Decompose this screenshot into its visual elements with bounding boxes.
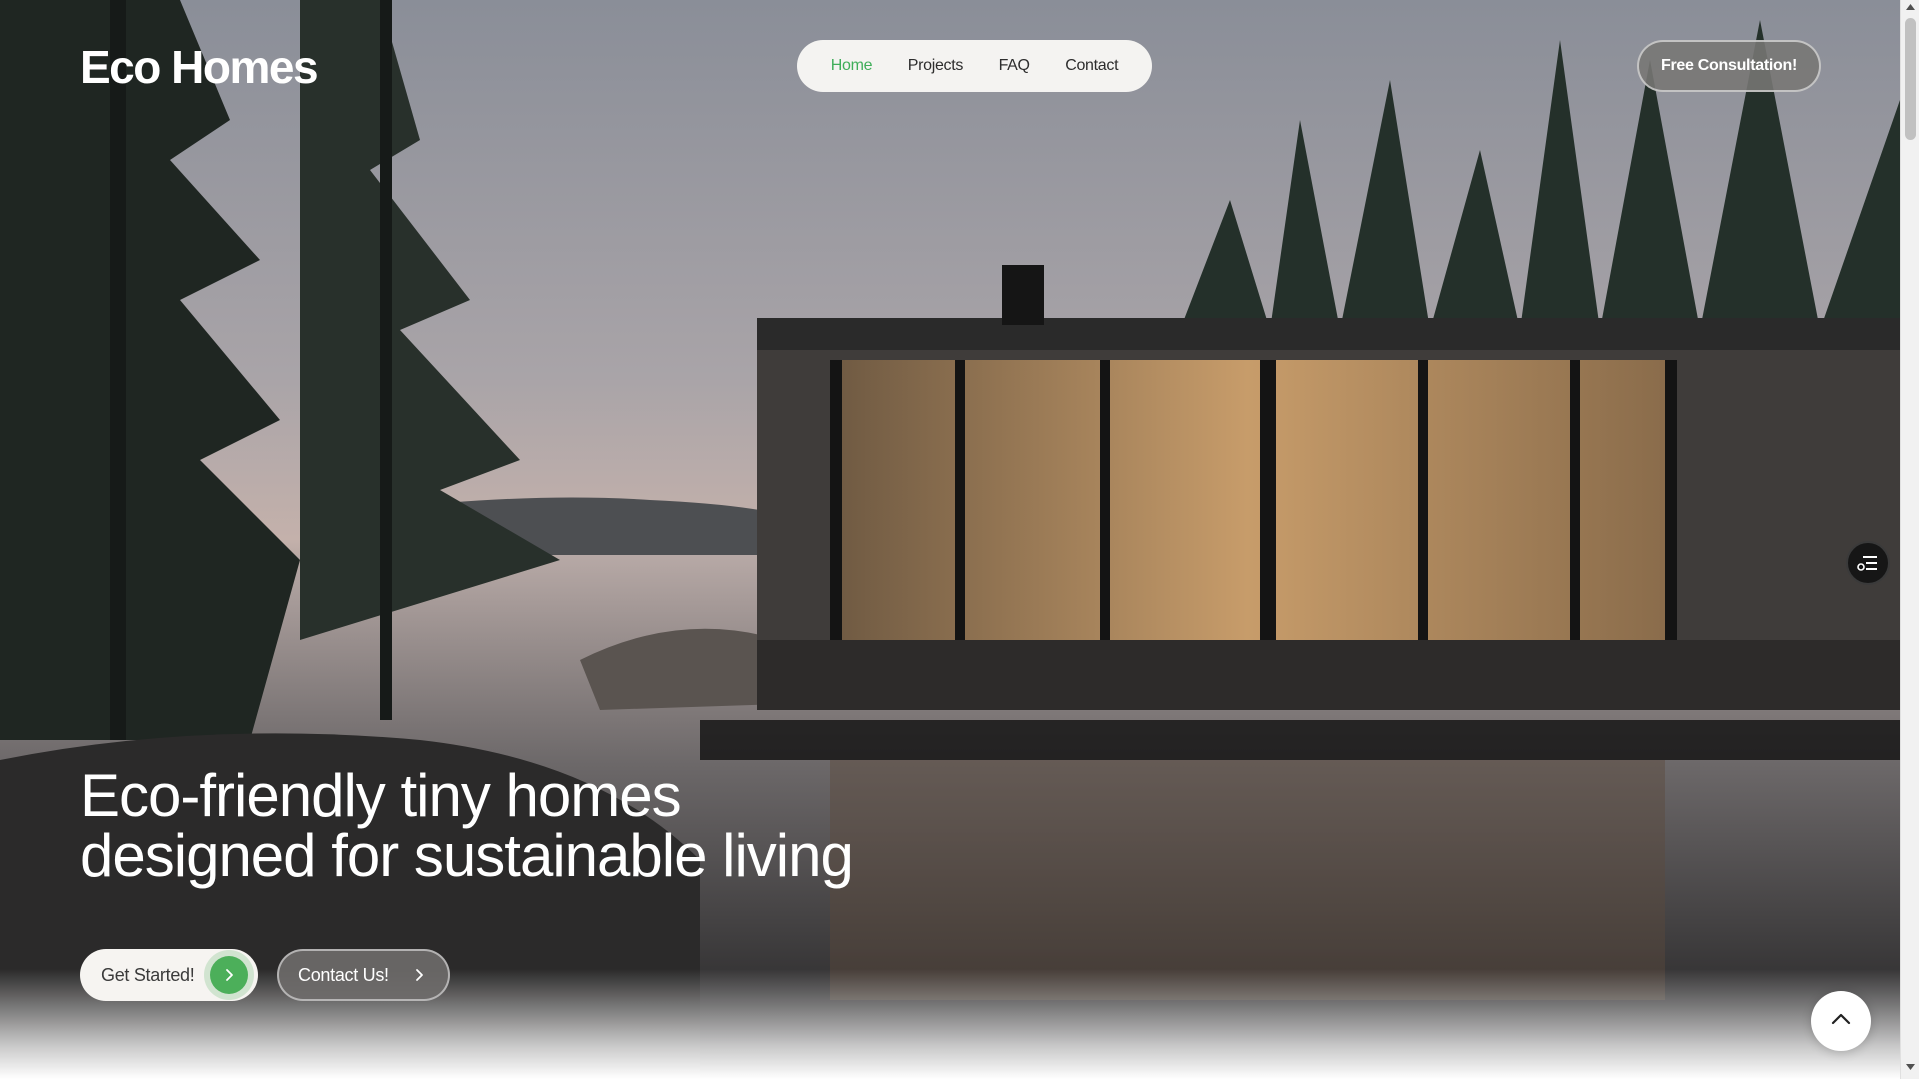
nav-item-faq[interactable]: FAQ (999, 57, 1030, 75)
chevron-right-icon (412, 966, 426, 989)
scroll-up-arrow-icon[interactable] (1906, 4, 1915, 10)
hero-background-image (0, 0, 1900, 1079)
page-scrollbar[interactable] (1900, 0, 1919, 1079)
free-consultation-button[interactable]: Free Consultation! (1637, 40, 1821, 92)
settings-sliders-icon[interactable] (1846, 541, 1890, 585)
brand-logo[interactable]: Eco Homes (80, 40, 319, 94)
chevron-right-icon (210, 956, 248, 994)
headline-line-2: designed for sustainable living (80, 822, 854, 889)
scrollbar-thumb[interactable] (1905, 18, 1916, 140)
headline-line-1: Eco-friendly tiny homes (80, 762, 682, 829)
nav-item-projects[interactable]: Projects (908, 57, 964, 75)
get-started-label: Get Started! (101, 964, 195, 985)
contact-us-button[interactable]: Contact Us! (277, 949, 450, 1001)
nav-item-contact[interactable]: Contact (1065, 57, 1118, 75)
nav-item-home[interactable]: Home (831, 57, 873, 75)
get-started-button[interactable]: Get Started! (80, 949, 258, 1001)
hero-section: Eco Homes Home Projects FAQ Contact Free… (0, 0, 1900, 1079)
contact-us-label: Contact Us! (298, 964, 389, 985)
main-nav: Home Projects FAQ Contact (797, 40, 1152, 92)
scroll-to-top-button[interactable] (1811, 991, 1871, 1051)
chevron-up-icon (1830, 1012, 1852, 1031)
hero-headline: Eco-friendly tiny homes designed for sus… (80, 766, 900, 886)
scroll-down-arrow-icon[interactable] (1906, 1064, 1915, 1070)
